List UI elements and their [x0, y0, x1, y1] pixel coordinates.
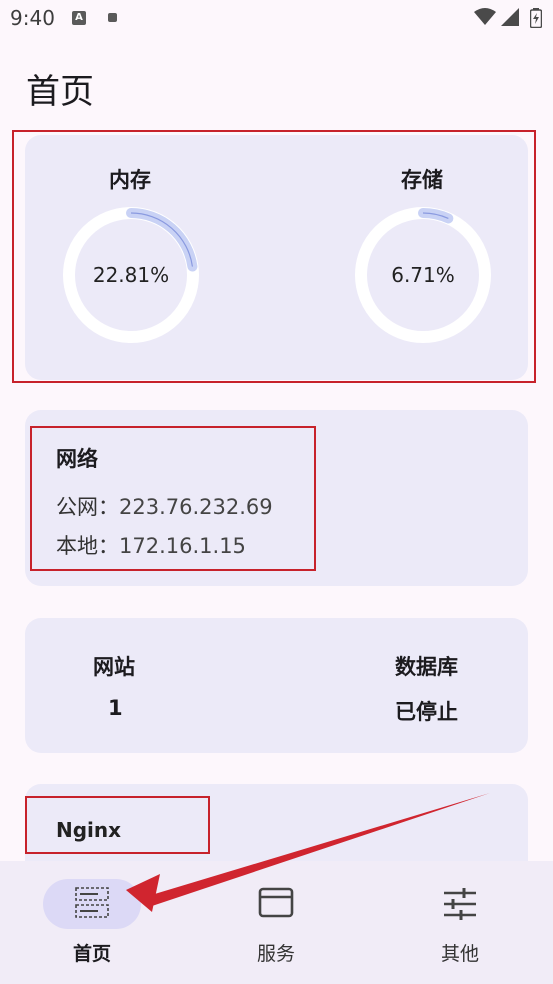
app-notification-icon: A — [72, 11, 86, 25]
sites-count: 1 — [108, 696, 123, 720]
notification-dot-icon — [108, 13, 117, 22]
server-icon — [75, 887, 109, 918]
nav-label-home: 首页 — [72, 943, 111, 965]
stats-card[interactable] — [25, 618, 528, 753]
nav-label-other: 其他 — [440, 943, 479, 965]
database-status: 已停止 — [395, 700, 458, 724]
annotation-box-network — [30, 426, 316, 571]
database-label: 数据库 — [395, 655, 458, 679]
annotation-box-usage — [12, 130, 536, 383]
sites-label: 网站 — [93, 655, 135, 679]
nav-item-home[interactable]: 首页 — [0, 861, 184, 984]
status-bar: 9:40 A — [0, 0, 553, 40]
sliders-icon — [444, 888, 476, 920]
status-time: 9:40 — [10, 6, 55, 30]
nav-label-services: 服务 — [256, 943, 295, 965]
nav-item-services[interactable]: 服务 — [184, 861, 368, 984]
nav-item-other[interactable]: 其他 — [368, 861, 552, 984]
annotation-box-nginx — [25, 796, 210, 854]
wifi-icon — [474, 8, 496, 25]
signal-icon — [501, 8, 519, 26]
bottom-navigation: 首页 服务 其他 — [0, 861, 553, 984]
page-title: 首页 — [26, 72, 94, 112]
battery-icon — [530, 8, 542, 28]
window-icon — [258, 887, 294, 918]
